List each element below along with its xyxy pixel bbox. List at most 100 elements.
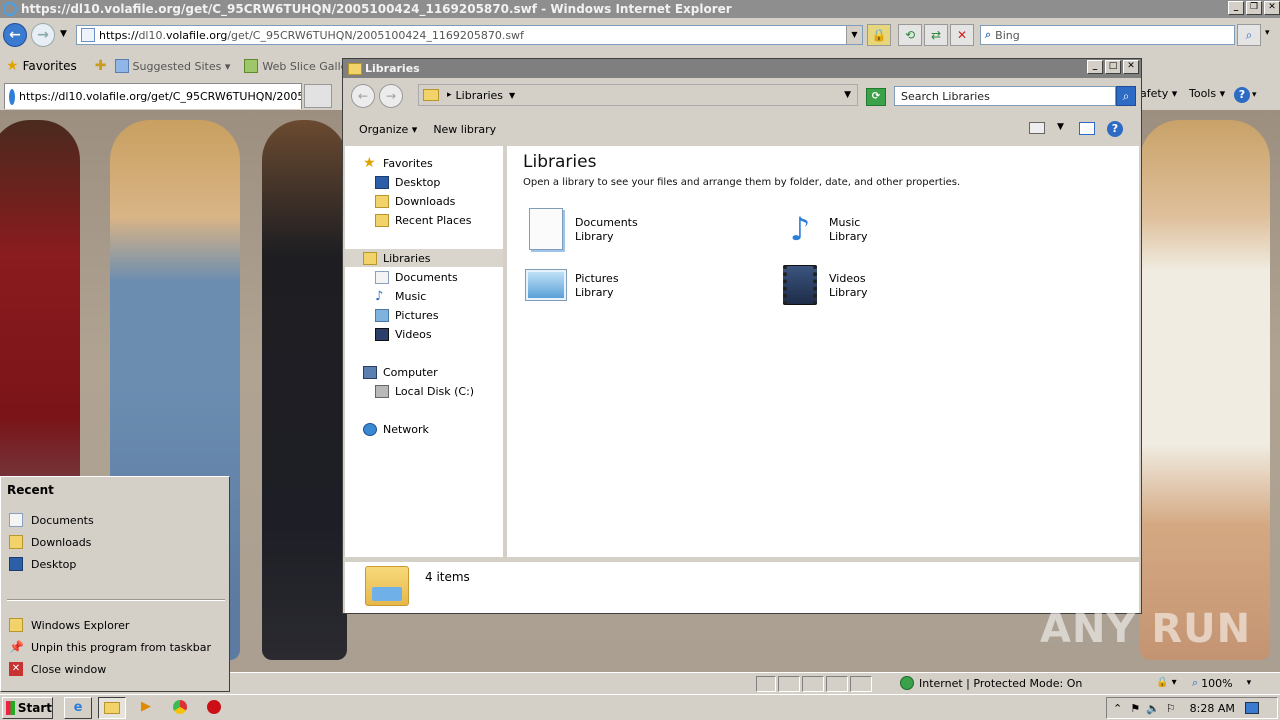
new-tab-button[interactable] [304,84,332,108]
address-history-dropdown-icon[interactable]: ▼ [844,90,851,100]
library-pictures[interactable]: Pictures Library [523,262,619,308]
flag-icon[interactable]: ⚐ [1166,702,1176,715]
nav-libraries[interactable]: Libraries [345,249,503,267]
safety-menu[interactable]: afety ▾ [1140,87,1177,100]
show-desktop-icon[interactable] [1244,702,1259,714]
library-music[interactable]: ♪ Music Library [777,206,868,252]
ie-restore-button[interactable]: ❐ [1246,1,1262,15]
help-dropdown-icon: ▾ [1252,90,1257,100]
suggested-sites-link[interactable]: Suggested Sites ▾ [114,59,230,73]
breadcrumb-chevron-icon[interactable]: ▸ [447,90,452,100]
library-videos[interactable]: Videos Library [777,262,867,308]
library-documents[interactable]: Documents Library [523,206,638,252]
documents-library-icon [523,206,569,252]
ie-search-box[interactable]: ⌕ Bing [980,25,1235,45]
explorer-back-button[interactable]: ← [351,84,375,108]
address-libraries-icon [423,89,439,101]
jump-list-recent-downloads[interactable]: Downloads [9,533,91,551]
explorer-minimize-button[interactable]: _ [1087,60,1103,74]
ie-minimize-button[interactable]: _ [1228,1,1244,15]
nav-computer[interactable]: Computer [363,363,438,381]
volume-icon[interactable]: 🔈 [1146,702,1160,715]
zoom-control[interactable]: ⌕ 100% ▾ [1192,676,1251,690]
explorer-search-icon[interactable]: ⌕ [1116,86,1136,106]
lock-icon[interactable]: 🔒 [867,24,891,46]
ie-close-button[interactable]: ✕ [1264,1,1280,15]
taskbar-explorer-icon[interactable] [98,697,126,719]
refresh-icon[interactable]: ⇄ [924,24,948,46]
favorites-button[interactable]: ★ Favorites [6,58,77,74]
unpin-icon: 📌 [9,640,24,654]
address-bar[interactable]: https://dl10. volafile.org/get/C_95CRW6TU… [76,25,863,45]
jump-list-windows-explorer[interactable]: Windows Explorer [9,616,129,634]
explorer-close-button[interactable]: ✕ [1123,60,1139,74]
help-menu[interactable]: ? ▾ [1234,87,1257,103]
status-cell [778,676,800,692]
security-zone[interactable]: Internet | Protected Mode: On [900,676,1082,690]
protected-mode-icon[interactable]: 🔒 ▾ [1156,677,1177,688]
library-type: Library [575,286,614,299]
nav-videos[interactable]: Videos [375,325,432,343]
downloads-icon [9,535,23,549]
address-dropdown-icon[interactable]: ▼ [846,26,862,44]
change-view-icon[interactable] [1029,122,1045,134]
recent-pages-dropdown-icon[interactable]: ▼ [60,29,67,39]
tools-menu[interactable]: Tools ▾ [1189,87,1225,100]
nav-label: Favorites [383,156,433,170]
explorer-window: Libraries _ □ ✕ ← → ▸ Libraries ▼ ▼ ⟳ Se… [342,58,1142,614]
taskbar-chrome-icon[interactable] [166,697,194,719]
explorer-refresh-button[interactable]: ⟳ [866,88,886,106]
jump-list-item-label: Downloads [31,535,92,549]
explorer-address-bar[interactable]: ▸ Libraries ▼ ▼ [418,84,858,106]
ie-tab-icon [9,88,15,105]
search-options-dropdown-icon[interactable]: ▾ [1265,28,1270,38]
breadcrumb-libraries[interactable]: Libraries [456,89,504,102]
nav-label: Desktop [395,175,441,189]
organize-button[interactable]: Organize ▾ [359,123,417,136]
new-library-button[interactable]: New library [433,123,496,136]
nav-music[interactable]: ♪ Music [375,287,426,305]
add-to-favorites-bar-button[interactable]: ✚ [95,58,111,74]
nav-desktop[interactable]: Desktop [375,173,440,191]
preview-pane-icon[interactable] [1079,122,1095,135]
nav-documents[interactable]: Documents [375,268,458,286]
jump-list-unpin[interactable]: 📌 Unpin this program from taskbar [9,638,211,656]
back-button[interactable]: ← [3,23,27,47]
internet-zone-icon [900,676,914,690]
taskbar-ie-icon[interactable]: e [64,697,92,719]
nav-recent-places[interactable]: Recent Places [375,211,472,229]
explorer-help-icon[interactable]: ? [1107,121,1123,137]
nav-network[interactable]: Network [363,420,429,438]
nav-favorites[interactable]: ★ Favorites [363,154,433,172]
nav-pictures[interactable]: Pictures [375,306,439,324]
action-center-icon[interactable]: ⚑ [1130,702,1140,715]
stop-icon[interactable]: ✕ [950,24,974,46]
jump-list-close-window[interactable]: ✕ Close window [9,660,106,678]
nav-local-disk[interactable]: Local Disk (C:) [375,382,474,400]
nav-label: Recent Places [395,213,472,227]
breadcrumb-dropdown-icon[interactable]: ▼ [509,91,515,100]
browser-tab[interactable]: https://dl10.volafile.org/get/C_95CRW6TU… [4,83,302,109]
nav-downloads[interactable]: Downloads [375,192,455,210]
explorer-window-title: Libraries [365,62,420,75]
forward-button[interactable]: → [31,23,55,47]
windows-explorer-icon [9,618,23,632]
start-button[interactable]: Start [2,697,53,719]
favorites-star-icon: ★ [6,58,19,74]
explorer-maximize-button[interactable]: □ [1105,60,1121,74]
taskbar-opera-icon[interactable] [200,697,228,719]
jump-list-recent-documents[interactable]: Documents [9,511,94,529]
show-hidden-icons-icon[interactable]: ⌃ [1113,702,1122,715]
nav-label: Videos [395,327,432,341]
close-window-icon: ✕ [9,662,23,676]
clock[interactable]: 8:28 AM [1190,702,1235,715]
view-options-dropdown-icon[interactable]: ▼ [1057,122,1064,132]
search-go-button[interactable]: ⌕ [1237,24,1261,46]
explorer-search-box[interactable]: Search Libraries [894,86,1116,106]
taskbar-media-player-icon[interactable]: ▶ [132,697,160,719]
compatibility-view-icon[interactable]: ⟲ [898,24,922,46]
favorites-star-icon: ★ [363,154,376,171]
downloads-icon [375,194,389,208]
explorer-forward-button[interactable]: → [379,84,403,108]
jump-list-recent-desktop[interactable]: Desktop [9,555,76,573]
